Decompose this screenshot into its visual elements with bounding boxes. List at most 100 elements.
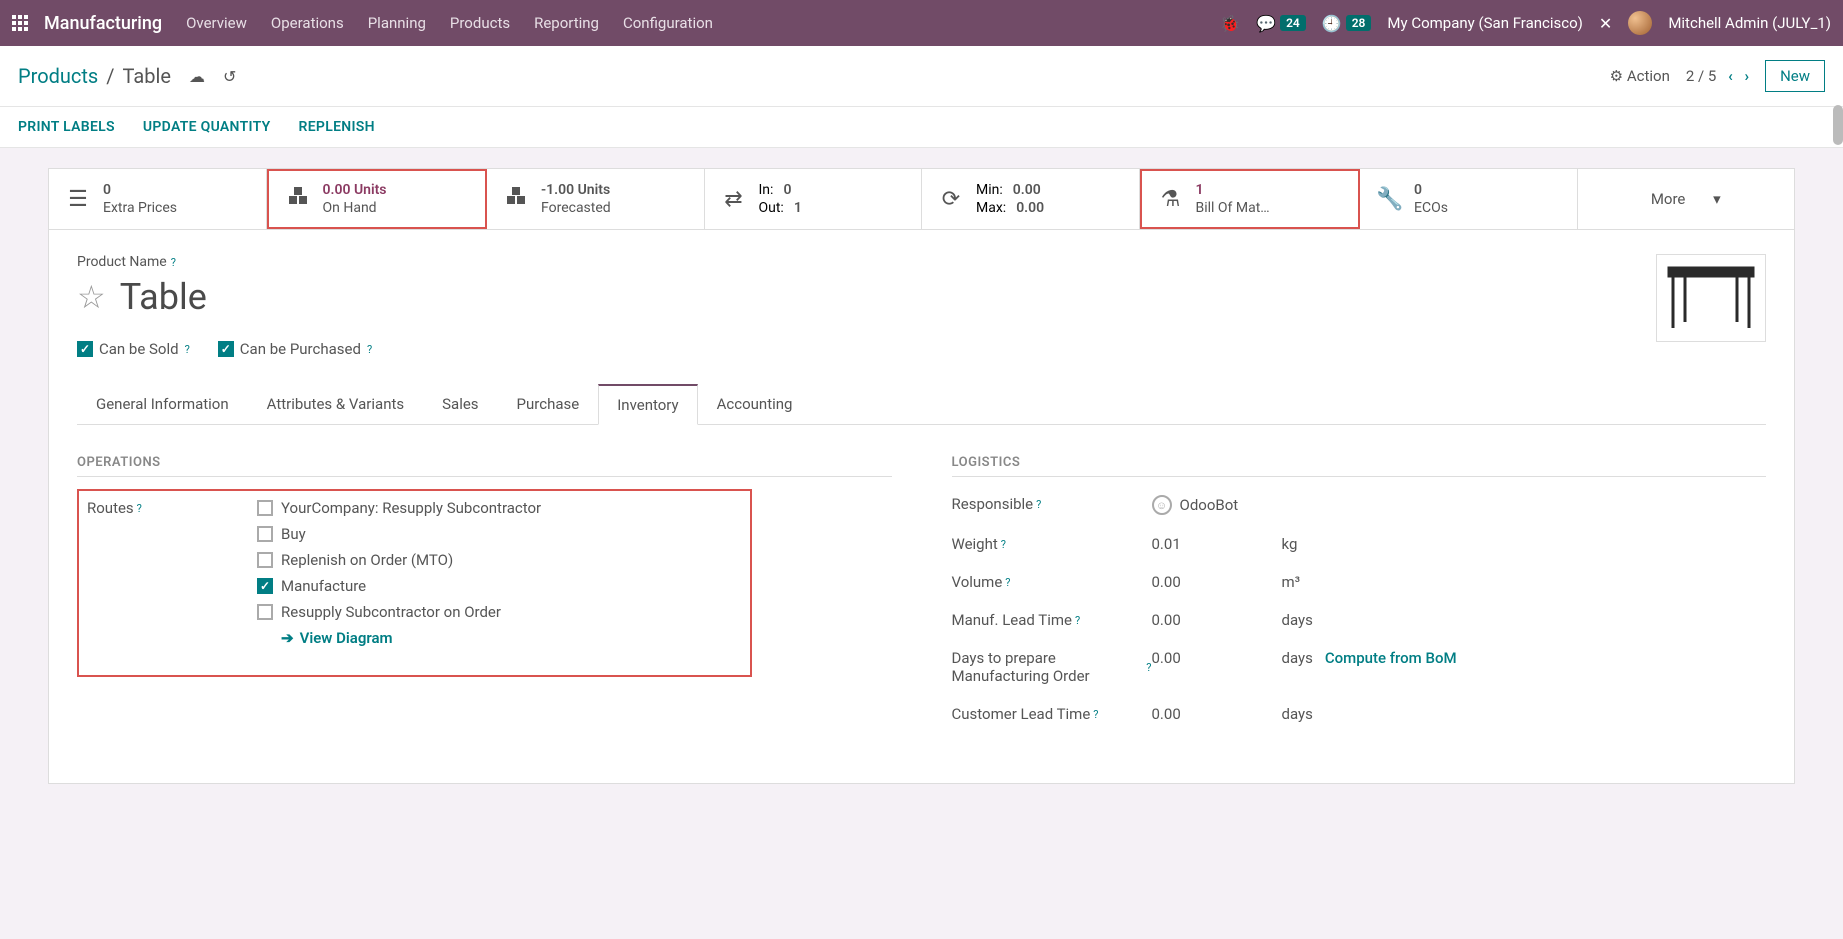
manuf-lead-field[interactable]: 0.00 [1152, 611, 1282, 629]
tab-attributes-variants[interactable]: Attributes & Variants [248, 384, 423, 425]
cubes-icon [285, 186, 311, 212]
route-manufacture[interactable]: Manufacture [257, 577, 541, 595]
tab-purchase[interactable]: Purchase [498, 384, 599, 425]
stat-min-max[interactable]: ⟳ Min:0.00 Max:0.00 [922, 169, 1140, 229]
new-button[interactable]: New [1765, 60, 1825, 92]
breadcrumb-current: Table [123, 64, 171, 88]
nav-overview[interactable]: Overview [186, 14, 247, 32]
avatar[interactable] [1628, 11, 1652, 35]
stat-in-out[interactable]: ⇄ In:0 Out:1 [705, 169, 923, 229]
volume-unit: m³ [1282, 573, 1301, 591]
view-diagram-link[interactable]: ➔View Diagram [281, 629, 541, 647]
days-prepare-label: Days to prepare Manufacturing Order? [952, 649, 1152, 685]
help-icon[interactable]: ? [137, 502, 142, 515]
stat-extra-prices[interactable]: ☰ 0Extra Prices [49, 169, 267, 229]
user-menu[interactable]: Mitchell Admin (JULY_1) [1668, 14, 1831, 32]
volume-field[interactable]: 0.00 [1152, 573, 1282, 591]
cubes-icon [503, 186, 529, 212]
help-icon[interactable]: ? [1001, 538, 1006, 551]
logistics-section: LOGISTICS Responsible? ☺OdooBot Weight? … [952, 455, 1767, 743]
tabs: General Information Attributes & Variant… [77, 384, 1766, 425]
update-quantity-button[interactable]: UPDATE QUANTITY [143, 119, 271, 135]
stat-more[interactable]: More ▾ [1578, 169, 1795, 229]
operations-section: OPERATIONS Routes? YourCompany: Resupply… [77, 455, 892, 743]
pager-next[interactable]: › [1745, 67, 1750, 85]
help-icon[interactable]: ? [185, 343, 190, 356]
print-labels-button[interactable]: PRINT LABELS [18, 119, 115, 135]
nav-products[interactable]: Products [450, 14, 510, 32]
bug-icon[interactable]: 🐞 [1220, 14, 1240, 33]
manuf-lead-unit: days [1282, 611, 1313, 629]
tab-general-information[interactable]: General Information [77, 384, 248, 425]
gear-icon: ⚙ [1610, 67, 1623, 85]
app-name[interactable]: Manufacturing [44, 13, 162, 34]
product-name[interactable]: Table [120, 276, 207, 318]
routes-label: Routes? [87, 499, 257, 517]
route-resupply-subcontractor[interactable]: YourCompany: Resupply Subcontractor [257, 499, 541, 517]
help-icon[interactable]: ? [1093, 708, 1098, 721]
save-icon[interactable]: ☁ [189, 67, 205, 86]
activities-badge: 28 [1346, 15, 1372, 31]
customer-lead-field[interactable]: 0.00 [1152, 705, 1282, 723]
weight-field[interactable]: 0.01 [1152, 535, 1282, 553]
main-nav: Overview Operations Planning Products Re… [186, 14, 713, 32]
nav-configuration[interactable]: Configuration [623, 14, 713, 32]
transfer-icon: ⇄ [721, 187, 747, 212]
tab-sales[interactable]: Sales [423, 384, 497, 425]
favorite-star[interactable]: ☆ [77, 278, 106, 316]
days-prepare-field[interactable]: 0.00 [1152, 649, 1282, 667]
tools-icon[interactable]: ✕ [1599, 14, 1612, 33]
nav-reporting[interactable]: Reporting [534, 14, 599, 32]
stat-bom[interactable]: ⚗ 1Bill Of Mat… [1140, 169, 1361, 229]
weight-label: Weight? [952, 535, 1152, 553]
stat-bar: ☰ 0Extra Prices 0.00 UnitsOn Hand -1.00 … [48, 168, 1795, 230]
responsible-field[interactable]: ☺OdooBot [1152, 495, 1239, 515]
route-replenish-mto[interactable]: Replenish on Order (MTO) [257, 551, 541, 569]
days-prepare-unit: days [1282, 649, 1313, 667]
clock-icon: 🕘 [1322, 14, 1342, 33]
help-icon[interactable]: ? [1075, 614, 1080, 627]
breadcrumb-bar: Products / Table ☁ ↺ ⚙ Action 2 / 5 ‹ › … [0, 46, 1843, 107]
product-name-label: Product Name? [77, 254, 1766, 270]
help-icon[interactable]: ? [367, 343, 372, 356]
route-buy[interactable]: Buy [257, 525, 541, 543]
help-icon[interactable]: ? [171, 256, 176, 269]
apps-icon[interactable] [12, 15, 28, 31]
product-image[interactable] [1656, 254, 1766, 342]
chat-icon: 💬 [1256, 14, 1276, 33]
customer-lead-label: Customer Lead Time? [952, 705, 1152, 723]
flask-icon: ⚗ [1158, 187, 1184, 212]
manuf-lead-label: Manuf. Lead Time? [952, 611, 1152, 629]
can-be-purchased-checkbox[interactable]: Can be Purchased? [218, 340, 372, 358]
product-form: Product Name? ☆ Table Can be Sold? Can b… [48, 230, 1795, 784]
help-icon[interactable]: ? [1036, 498, 1041, 511]
tab-inventory[interactable]: Inventory [598, 384, 697, 425]
nav-planning[interactable]: Planning [368, 14, 426, 32]
volume-label: Volume? [952, 573, 1152, 591]
compute-from-bom-link[interactable]: Compute from BoM [1325, 649, 1457, 667]
nav-operations[interactable]: Operations [271, 14, 344, 32]
activities-button[interactable]: 🕘 28 [1322, 14, 1372, 33]
can-be-sold-checkbox[interactable]: Can be Sold? [77, 340, 190, 358]
messages-button[interactable]: 💬 24 [1256, 14, 1306, 33]
action-dropdown[interactable]: ⚙ Action [1610, 67, 1670, 85]
chevron-down-icon: ▾ [1713, 190, 1721, 208]
tab-accounting[interactable]: Accounting [698, 384, 812, 425]
customer-lead-unit: days [1282, 705, 1313, 723]
topbar: Manufacturing Overview Operations Planni… [0, 0, 1843, 46]
help-icon[interactable]: ? [1005, 576, 1010, 589]
list-icon: ☰ [65, 187, 91, 212]
stat-on-hand[interactable]: 0.00 UnitsOn Hand [267, 169, 488, 229]
stat-ecos[interactable]: 🔧 0ECOs [1360, 169, 1578, 229]
company-switcher[interactable]: My Company (San Francisco) [1387, 14, 1582, 32]
pager-prev[interactable]: ‹ [1728, 67, 1733, 85]
route-resupply-subcontractor-order[interactable]: Resupply Subcontractor on Order [257, 603, 541, 621]
refresh-icon: ⟳ [938, 187, 964, 212]
discard-icon[interactable]: ↺ [223, 67, 236, 86]
action-buttons-row: PRINT LABELS UPDATE QUANTITY REPLENISH [0, 107, 1843, 148]
weight-unit: kg [1282, 535, 1298, 553]
breadcrumb-products[interactable]: Products [18, 64, 98, 88]
scrollbar[interactable] [1833, 105, 1843, 145]
replenish-button[interactable]: REPLENISH [299, 119, 375, 135]
stat-forecasted[interactable]: -1.00 UnitsForecasted [487, 169, 705, 229]
